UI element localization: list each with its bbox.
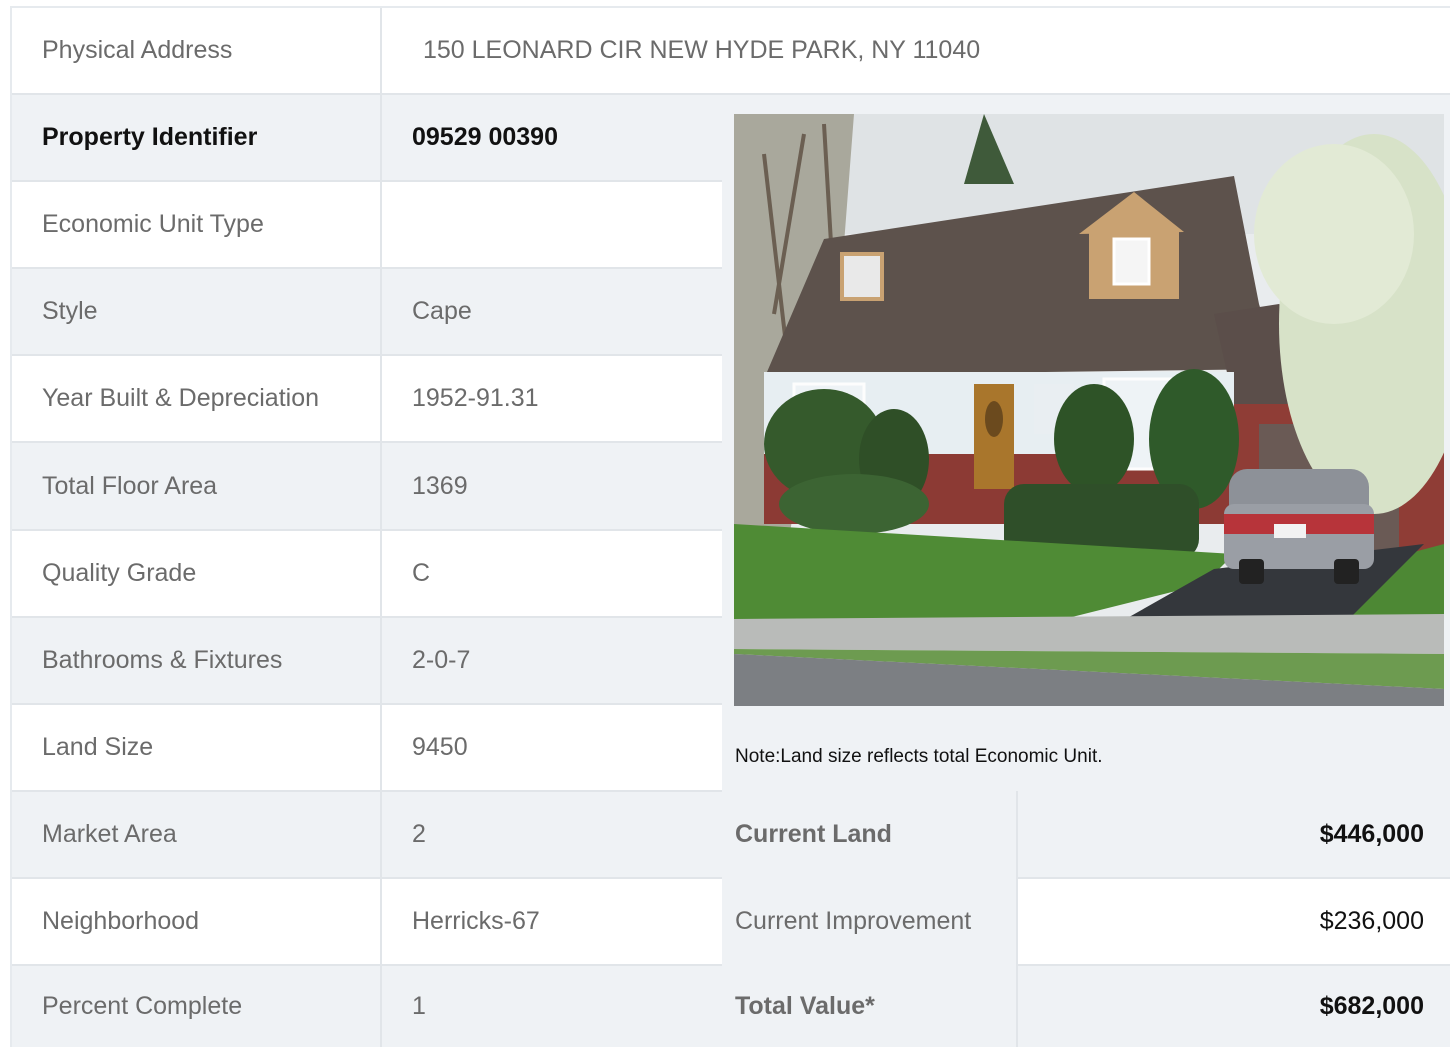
- row-divider: [12, 93, 1450, 95]
- column-divider: [1016, 791, 1018, 1047]
- property-identifier-label: Property Identifier: [12, 95, 380, 180]
- economic-unit-type-value: [382, 182, 722, 267]
- total-floor-area-value: 1369: [382, 443, 722, 529]
- physical-address-value: 150 LEONARD CIR NEW HYDE PARK, NY 11040: [382, 8, 1450, 93]
- row-divider: [12, 267, 722, 269]
- land-size-label: Land Size: [12, 705, 380, 790]
- quality-grade-value: C: [382, 531, 722, 616]
- style-label: Style: [12, 269, 380, 354]
- property-photo: [734, 114, 1444, 706]
- row-divider: [12, 180, 722, 182]
- total-floor-area-label: Total Floor Area: [12, 443, 380, 529]
- percent-complete-label: Percent Complete: [12, 966, 380, 1047]
- land-size-note: Note:Land size reflects total Economic U…: [735, 746, 1103, 767]
- row-divider: [12, 616, 722, 618]
- column-divider: [380, 8, 382, 1047]
- percent-complete-value: 1: [382, 966, 722, 1047]
- economic-unit-type-label: Economic Unit Type: [12, 182, 380, 267]
- year-built-value: 1952-91.31: [382, 356, 722, 441]
- current-improvement-label: Current Improvement: [735, 907, 972, 935]
- neighborhood-value: Herricks-67: [382, 879, 722, 964]
- bathrooms-fixtures-label: Bathrooms & Fixtures: [12, 618, 380, 703]
- year-built-label: Year Built & Depreciation: [12, 356, 380, 441]
- current-improvement-value: $236,000: [1319, 907, 1424, 935]
- total-value-value: $682,000: [1319, 992, 1424, 1020]
- market-area-value: 2: [382, 792, 722, 877]
- land-size-value: 9450: [382, 705, 722, 790]
- current-land-value: $446,000: [1319, 819, 1424, 848]
- row-divider: [12, 964, 722, 966]
- row-divider: [12, 877, 722, 879]
- row-divider: [12, 703, 722, 705]
- current-land-label: Current Land: [735, 819, 892, 848]
- neighborhood-label: Neighborhood: [12, 879, 380, 964]
- bathrooms-fixtures-value: 2-0-7: [382, 618, 722, 703]
- style-value: Cape: [382, 269, 722, 354]
- row-divider: [12, 790, 722, 792]
- total-value-label: Total Value*: [735, 992, 875, 1020]
- row-divider: [12, 354, 722, 356]
- physical-address-label: Physical Address: [12, 8, 380, 93]
- property-identifier-value: 09529 00390: [382, 95, 722, 180]
- quality-grade-label: Quality Grade: [12, 531, 380, 616]
- row-divider: [12, 529, 722, 531]
- market-area-label: Market Area: [12, 792, 380, 877]
- row-divider: [12, 441, 722, 443]
